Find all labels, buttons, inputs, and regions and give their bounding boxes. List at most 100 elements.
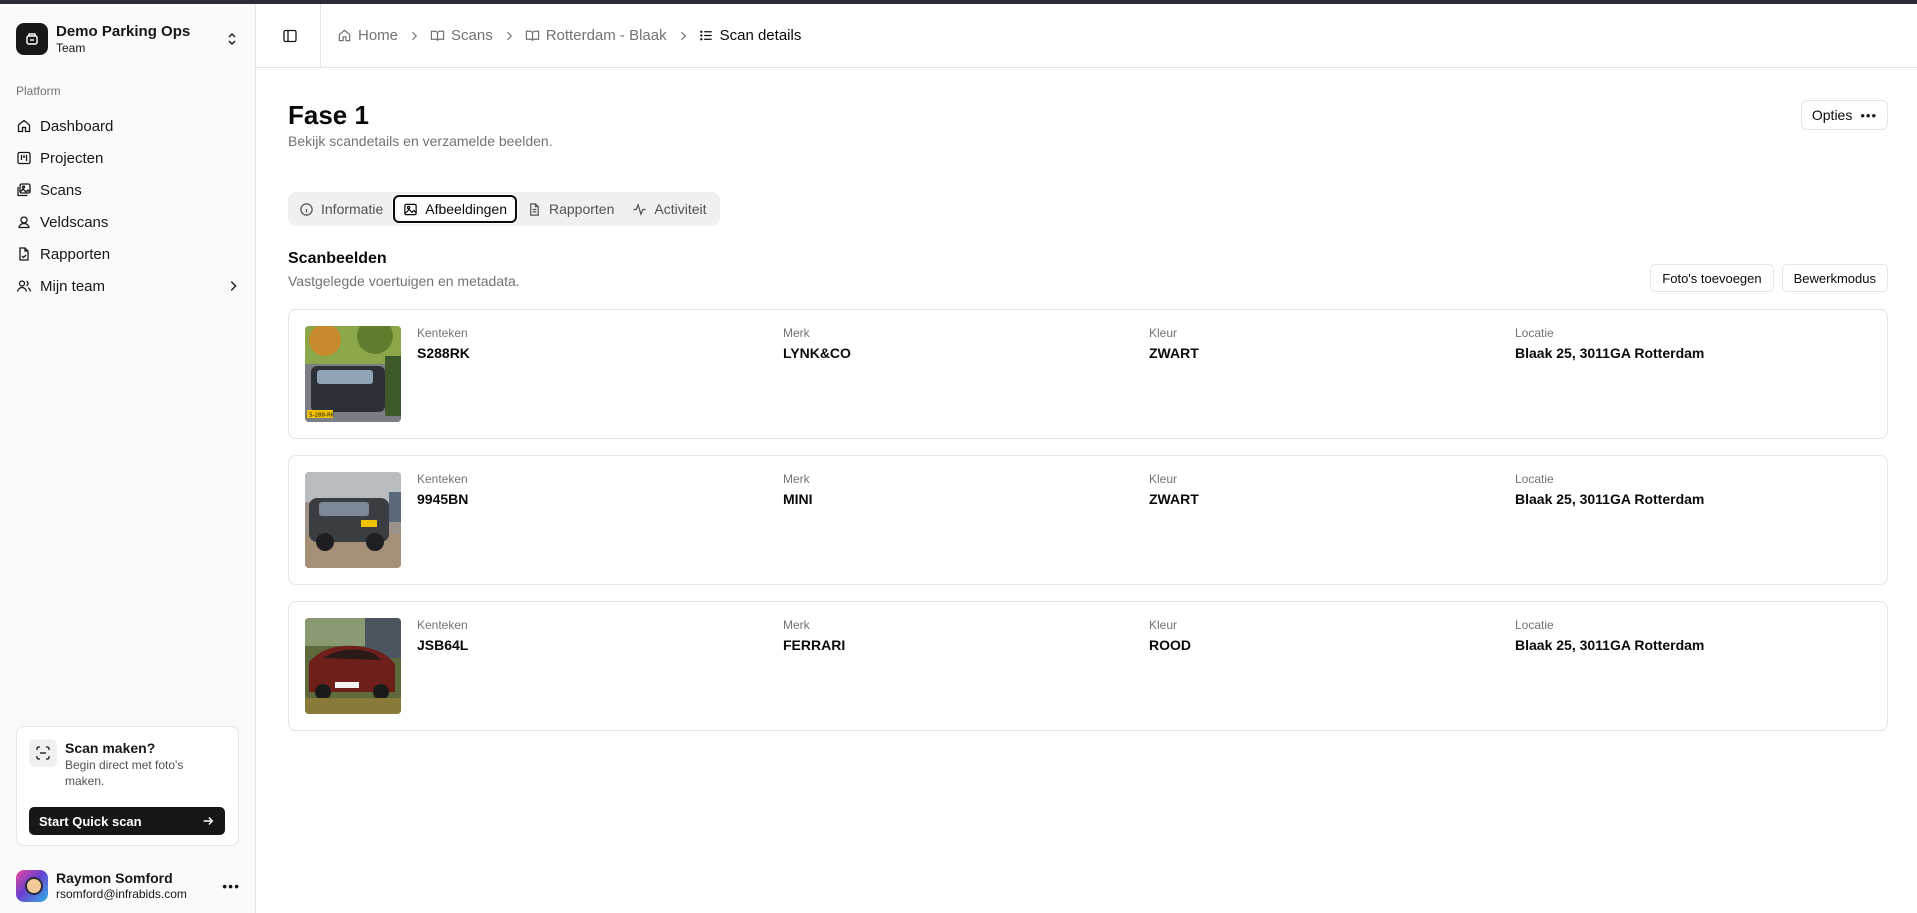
tab-rapporten[interactable]: Rapporten <box>519 195 622 223</box>
tab-afbeeldingen[interactable]: Afbeeldingen <box>393 195 517 223</box>
team-name: Demo Parking Ops <box>56 22 191 40</box>
tab-label: Informatie <box>321 201 384 217</box>
team-logo-icon <box>16 23 48 55</box>
book-open-icon <box>430 30 445 41</box>
breadcrumb-home[interactable]: Home <box>337 27 398 44</box>
color-value: ZWART <box>1149 491 1199 507</box>
location-value: Blaak 25, 3011GA Rotterdam <box>1515 637 1705 653</box>
vehicle-photo[interactable] <box>305 472 401 568</box>
breadcrumb-project[interactable]: Rotterdam - Blaak <box>525 27 667 44</box>
sidebar-item-veldscans[interactable]: Veldscans <box>8 206 248 238</box>
sidebar-item-label: Veldscans <box>40 213 109 231</box>
scan-card[interactable]: Kenteken JSB64L Merk FERRARI Kleur ROOD … <box>288 601 1888 731</box>
sidebar-item-mijn-team[interactable]: Mijn team <box>8 270 248 302</box>
options-button[interactable]: Opties ••• <box>1800 100 1888 130</box>
header-divider <box>320 3 321 68</box>
file-check-icon <box>19 247 29 261</box>
tab-label: Afbeeldingen <box>425 201 507 217</box>
breadcrumb-label: Scan details <box>719 27 802 44</box>
main-content: Fase 1 Bekijk scandetails en verzamelde … <box>256 68 1917 913</box>
plate-value: 9945BN <box>417 491 469 507</box>
start-quick-scan-button[interactable]: Start Quick scan <box>29 807 225 835</box>
plate-label: Kenteken <box>417 472 468 486</box>
sidebar-item-rapporten[interactable]: Rapporten <box>8 238 248 270</box>
home-icon <box>17 119 31 133</box>
vehicle-photo[interactable]: S-288-RK <box>305 326 401 422</box>
chevron-right-icon <box>680 31 686 40</box>
promo-description: Begin direct met foto's maken. <box>65 758 184 788</box>
vehicle-photo[interactable] <box>305 618 401 714</box>
brand-label: Merk <box>783 472 810 486</box>
sidebar-item-dashboard[interactable]: Dashboard <box>8 110 248 142</box>
brand-field: Merk LYNK&CO <box>783 326 851 362</box>
options-label: Opties <box>1811 107 1853 123</box>
scan-card[interactable]: S-288-RK Kenteken S288RK Merk LYNK&CO Kl… <box>288 309 1888 439</box>
more-horizontal-icon[interactable]: ••• <box>222 878 240 894</box>
plate-field: Kenteken S288RK <box>417 326 470 362</box>
location-field: Locatie Blaak 25, 3011GA Rotterdam <box>1515 618 1704 654</box>
color-field: Kleur ZWART <box>1149 472 1199 508</box>
scan-image-list: S-288-RK Kenteken S288RK Merk LYNK&CO Kl… <box>288 309 1888 747</box>
sidebar-item-projecten[interactable]: Projecten <box>8 142 248 174</box>
brand-value: MINI <box>783 491 813 507</box>
brand-field: Merk MINI <box>783 472 813 508</box>
plate-label: Kenteken <box>417 618 468 632</box>
breadcrumb-current: Scan details <box>699 27 802 44</box>
section-subtitle: Vastgelegde voertuigen en metadata. <box>288 273 520 289</box>
image-icon <box>404 203 417 215</box>
chevron-right-icon <box>230 281 237 291</box>
plate-field: Kenteken JSB64L <box>417 618 468 654</box>
color-field: Kleur ZWART <box>1149 326 1199 362</box>
scan-card[interactable]: Kenteken 9945BN Merk MINI Kleur ZWART Lo… <box>288 455 1888 585</box>
sidebar-item-label: Dashboard <box>40 117 114 135</box>
location-field: Locatie Blaak 25, 3011GA Rotterdam <box>1515 326 1704 362</box>
arrow-right-icon <box>203 817 214 825</box>
tab-list: Informatie Afbeeldingen Rapporten Activi… <box>288 192 720 226</box>
chevron-right-icon <box>506 31 512 40</box>
edit-mode-button[interactable]: Bewerkmodus <box>1781 264 1888 292</box>
color-label: Kleur <box>1149 472 1178 486</box>
scan-icon <box>29 739 57 767</box>
vehicle-photo-plate-text: S-288-RK <box>309 413 335 419</box>
user-menu[interactable]: Raymon Somford rsomford@infrabids.com ••… <box>8 862 248 910</box>
breadcrumb-label: Rotterdam - Blaak <box>545 27 667 44</box>
kanban-icon <box>17 151 31 165</box>
panel-left-icon <box>283 29 297 42</box>
plate-value: S288RK <box>417 345 470 361</box>
brand-label: Merk <box>783 326 810 340</box>
quick-scan-card: Scan maken? Begin direct met foto's make… <box>16 726 239 846</box>
sidebar-toggle-button[interactable] <box>276 22 304 50</box>
plate-label: Kenteken <box>417 326 468 340</box>
team-switcher[interactable]: Demo Parking Ops Team <box>8 14 248 64</box>
chevrons-up-down-icon <box>228 33 236 45</box>
sidebar-item-label: Projecten <box>40 149 104 167</box>
breadcrumb-scans[interactable]: Scans <box>430 27 493 44</box>
location-label: Locatie <box>1515 326 1554 340</box>
users-icon <box>16 280 32 292</box>
color-label: Kleur <box>1149 618 1178 632</box>
sidebar-item-label: Scans <box>40 181 82 199</box>
plate-value: JSB64L <box>417 637 469 653</box>
sidebar-nav: Dashboard Projecten Scans Veldscans Rapp… <box>8 110 248 302</box>
color-value: ROOD <box>1149 637 1191 653</box>
location-value: Blaak 25, 3011GA Rotterdam <box>1515 491 1705 507</box>
tab-label: Activiteit <box>654 201 707 217</box>
user-email: rsomford@infrabids.com <box>56 887 187 901</box>
user-name: Raymon Somford <box>56 870 173 886</box>
tab-informatie[interactable]: Informatie <box>291 195 391 223</box>
info-icon <box>300 202 313 216</box>
brand-value: LYNK&CO <box>783 345 851 361</box>
tab-activiteit[interactable]: Activiteit <box>624 195 714 223</box>
start-quick-scan-label: Start Quick scan <box>39 813 142 829</box>
header: Home Scans Rotterdam - Blaak Scan detail… <box>256 3 1917 68</box>
color-value: ZWART <box>1149 345 1199 361</box>
section-actions: Foto's toevoegen Bewerkmodus <box>1642 264 1888 292</box>
chevron-right-icon <box>412 31 418 40</box>
plate-field: Kenteken 9945BN <box>417 472 468 508</box>
color-label: Kleur <box>1149 326 1178 340</box>
images-icon <box>17 183 31 197</box>
add-photos-button[interactable]: Foto's toevoegen <box>1650 264 1774 292</box>
file-text-icon <box>530 202 539 216</box>
breadcrumb-label: Home <box>358 27 399 44</box>
sidebar-item-scans[interactable]: Scans <box>8 174 248 206</box>
